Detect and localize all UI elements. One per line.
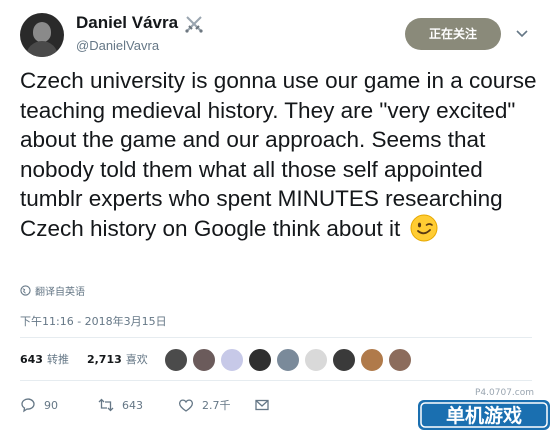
reply-action[interactable]: 90 xyxy=(20,397,98,413)
chevron-down-icon[interactable] xyxy=(515,26,529,40)
tweet-card: Daniel Vávra @DanielVavra 正在关注 Czech uni… xyxy=(0,0,550,430)
divider-bottom xyxy=(20,380,532,381)
like-count: 2.7千 xyxy=(202,399,231,412)
avatar-body xyxy=(26,41,58,57)
author-handle[interactable]: @DanielVavra xyxy=(76,38,159,53)
liker-avatar[interactable] xyxy=(248,348,272,372)
retweets-count[interactable]: 643 xyxy=(20,353,43,366)
divider-top xyxy=(20,337,532,338)
watermark-url: P4.0707.com xyxy=(475,388,535,398)
like-action[interactable]: 2.7千 xyxy=(178,397,254,413)
tweet-text: Czech university is gonna use our game i… xyxy=(20,66,538,243)
liker-avatar[interactable] xyxy=(220,348,244,372)
envelope-icon xyxy=(255,399,269,411)
liker-avatar[interactable] xyxy=(388,348,412,372)
translate-link[interactable]: 翻译自英语 xyxy=(20,283,85,298)
tweet-timestamp[interactable]: 下午11:16 - 2018年3月15日 xyxy=(20,313,167,329)
engagement-stats: 643 转推 2,713 喜欢 xyxy=(20,351,148,367)
likes-count[interactable]: 2,713 xyxy=(87,353,122,366)
liker-avatars xyxy=(164,348,412,372)
tweet-text-content: Czech university is gonna use our game i… xyxy=(20,68,537,241)
site-watermark-logo: 单机游戏 xyxy=(418,400,550,430)
heart-icon xyxy=(179,399,193,412)
liker-avatar[interactable] xyxy=(276,348,300,372)
reply-icon xyxy=(21,398,35,413)
liker-avatar[interactable] xyxy=(192,348,216,372)
retweets-label[interactable]: 转推 xyxy=(47,351,69,367)
retweet-icon xyxy=(98,398,114,412)
retweet-count: 643 xyxy=(122,398,143,412)
winking-face-icon xyxy=(410,214,438,241)
tweet-actions: 90 643 2.7千 xyxy=(20,397,270,413)
liker-avatar[interactable] xyxy=(360,348,384,372)
author-name[interactable]: Daniel Vávra xyxy=(76,13,178,33)
following-button[interactable]: 正在关注 xyxy=(405,18,501,50)
liker-avatar[interactable] xyxy=(164,348,188,372)
likes-label[interactable]: 喜欢 xyxy=(126,351,148,367)
retweet-action[interactable]: 643 xyxy=(98,397,178,413)
liker-avatar[interactable] xyxy=(332,348,356,372)
globe-icon xyxy=(20,285,31,296)
svg-text:单机游戏: 单机游戏 xyxy=(446,404,522,427)
translate-label: 翻译自英语 xyxy=(35,287,85,298)
liker-avatar[interactable] xyxy=(304,348,328,372)
reply-count: 90 xyxy=(44,398,58,412)
crossed-swords-icon xyxy=(185,16,203,33)
avatar[interactable] xyxy=(20,13,64,57)
message-action[interactable] xyxy=(254,397,270,413)
avatar-face xyxy=(33,22,51,42)
